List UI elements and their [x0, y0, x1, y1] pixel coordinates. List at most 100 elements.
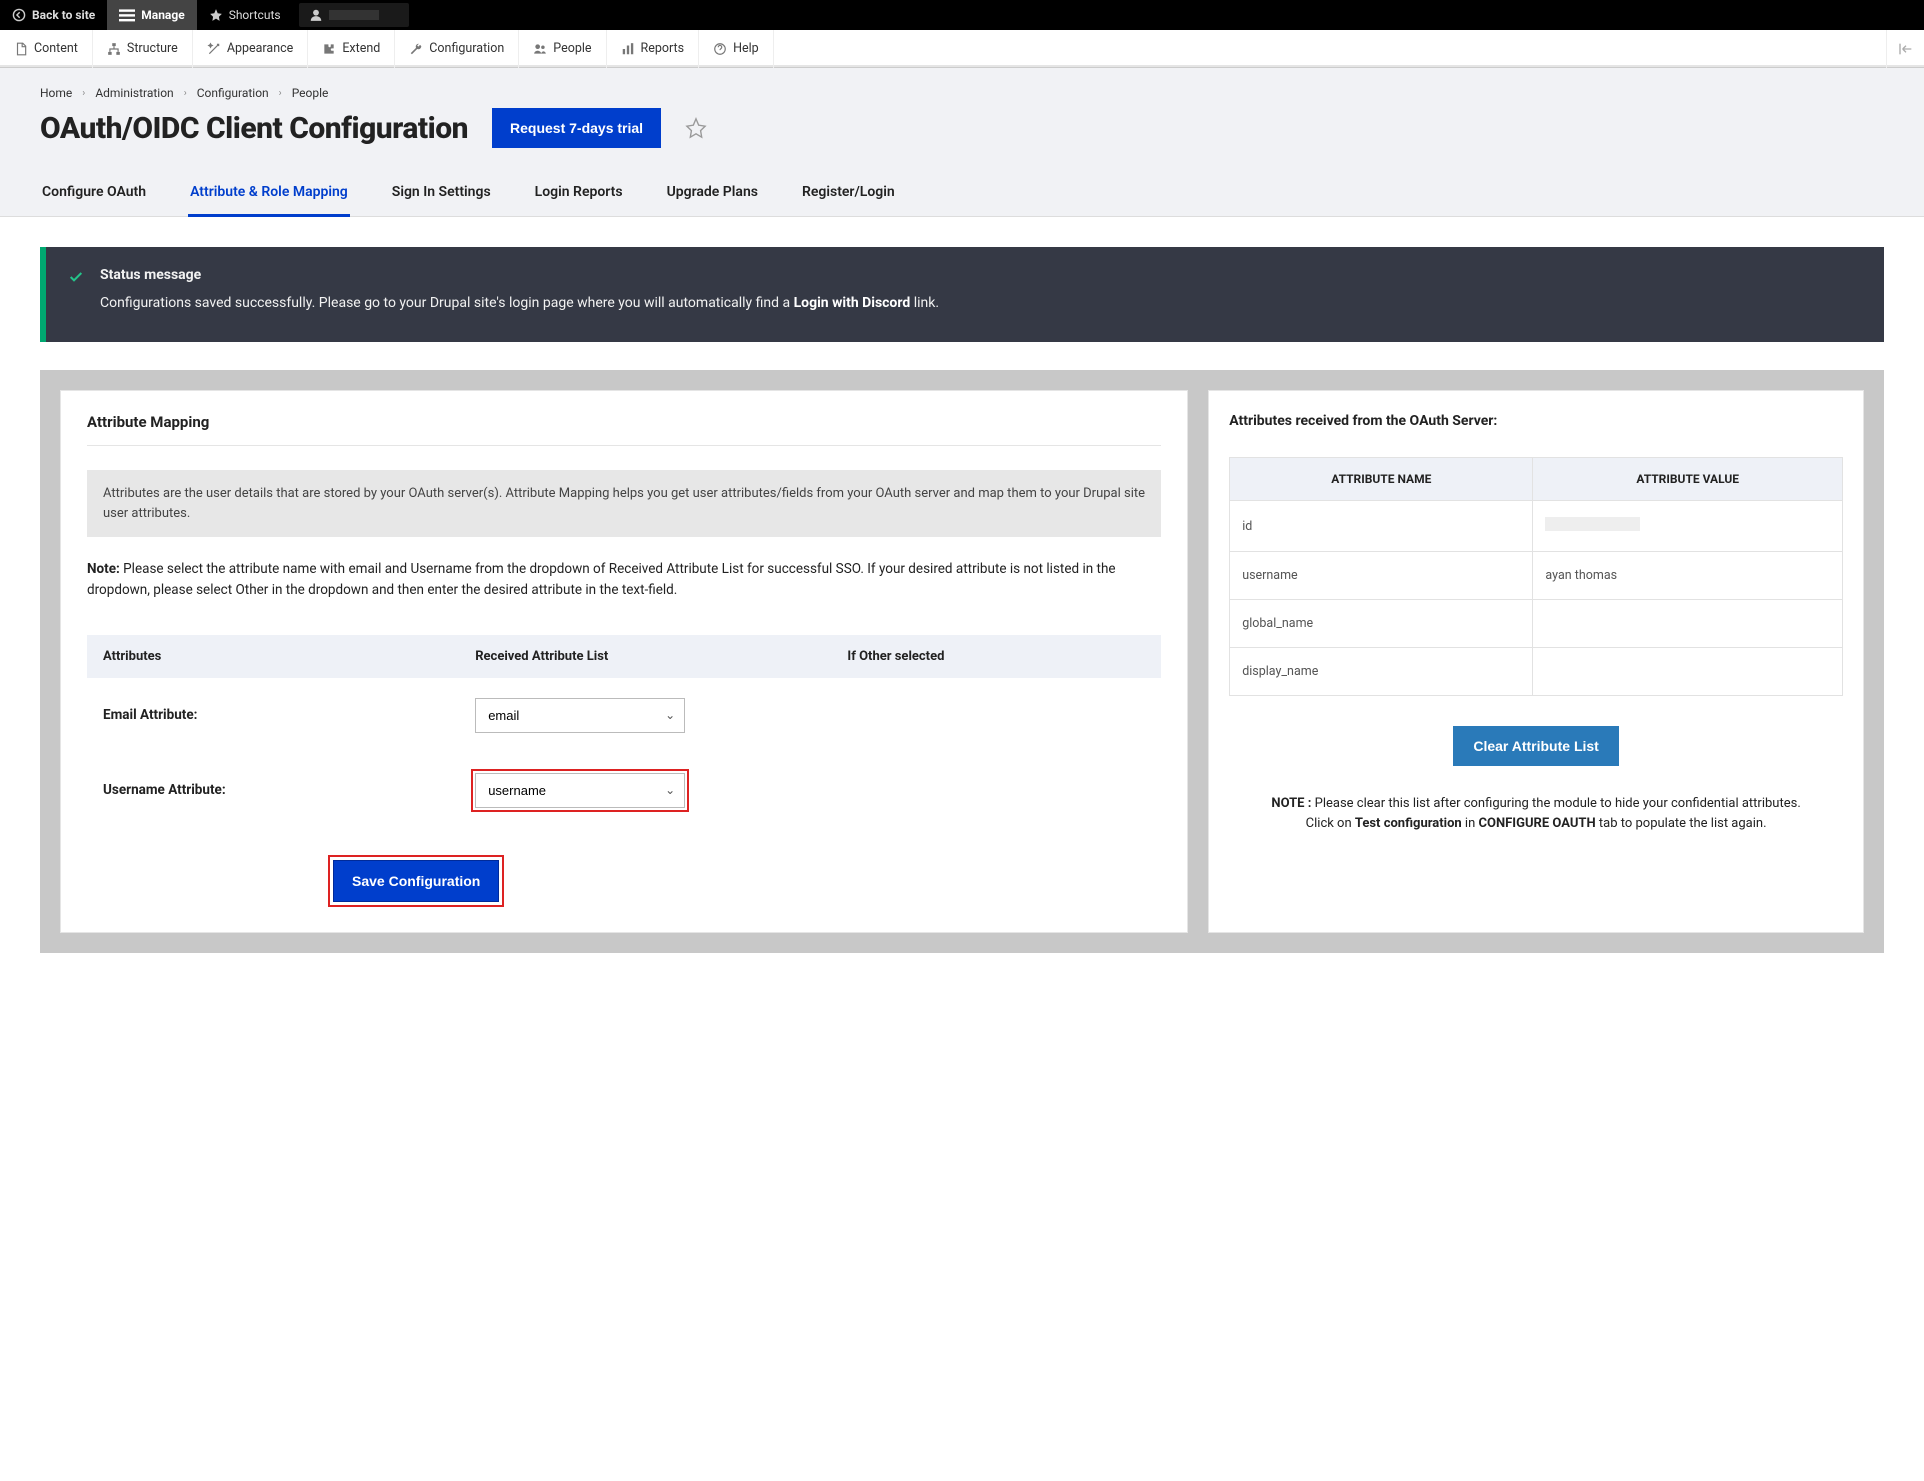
status-title: Status message [100, 267, 1856, 283]
user-name-redacted [329, 10, 379, 20]
note-text-2c: in [1462, 816, 1479, 831]
chevron-right-icon: › [82, 88, 85, 99]
breadcrumb: Home › Administration › Configuration › People [40, 86, 1884, 100]
chevron-right-icon: › [184, 88, 187, 99]
adminmenu-content[interactable]: Content [0, 30, 93, 68]
attr-name-cell: id [1230, 501, 1533, 552]
manage-toggle[interactable]: Manage [107, 0, 196, 30]
tab-attribute-role-mapping[interactable]: Attribute & Role Mapping [188, 174, 350, 217]
attr-name-cell: global_name [1230, 600, 1533, 648]
adminmenu-label: Structure [127, 41, 178, 56]
adminmenu-label: Appearance [227, 41, 294, 56]
note-text-1: Please clear this list after configuring… [1311, 796, 1800, 811]
note-text: Please select the attribute name with em… [87, 561, 1116, 598]
mapping-select-1[interactable]: username [475, 773, 685, 808]
file-icon [14, 42, 28, 56]
table-row: display_name [1230, 648, 1843, 696]
toolbar-orientation-toggle[interactable] [1886, 30, 1924, 68]
page-body: Status message Configurations saved succ… [0, 217, 1924, 983]
received-attributes-title: Attributes received from the OAuth Serve… [1229, 413, 1843, 429]
tab-login-reports[interactable]: Login Reports [533, 174, 625, 216]
adminmenu-reports[interactable]: Reports [607, 30, 700, 68]
adminmenu-help[interactable]: Help [699, 30, 774, 68]
primary-tabs: Configure OAuth Attribute & Role Mapping S… [40, 174, 1884, 216]
col-attr-name: ATTRIBUTE NAME [1230, 458, 1533, 501]
clear-attribute-list-button[interactable]: Clear Attribute List [1453, 726, 1619, 766]
status-text-pre: Configurations saved successfully. Pleas… [100, 295, 794, 311]
attribute-mapping-title: Attribute Mapping [87, 413, 1161, 431]
save-configuration-button[interactable]: Save Configuration [333, 860, 499, 902]
tab-sign-in-settings[interactable]: Sign In Settings [390, 174, 493, 216]
request-trial-button[interactable]: Request 7-days trial [492, 108, 661, 148]
page-title: OAuth/OIDC Client Configuration [40, 111, 468, 146]
adminmenu-label: Reports [641, 41, 685, 56]
note-text-2e: tab to populate the list again. [1596, 816, 1767, 831]
mapping-table-head: Attributes Received Attribute List If Ot… [87, 635, 1161, 678]
star-icon [209, 8, 223, 22]
breadcrumb-item[interactable]: People [292, 86, 329, 100]
received-attributes-scroll[interactable]: ATTRIBUTE NAME ATTRIBUTE VALUE idusernam… [1229, 457, 1843, 696]
breadcrumb-item[interactable]: Administration [95, 86, 173, 100]
table-row: usernameayan thomas [1230, 552, 1843, 600]
note-label: NOTE : [1271, 796, 1311, 811]
user-icon [309, 8, 323, 22]
check-icon [68, 269, 84, 285]
attr-value-cell [1533, 501, 1843, 552]
mapping-table: Attributes Received Attribute List If Ot… [87, 635, 1161, 828]
drupal-toolbar: Back to site Manage Shortcuts [0, 0, 1924, 30]
mapping-select-0[interactable]: email [475, 698, 685, 733]
status-text-post: link. [910, 295, 939, 311]
status-text: Configurations saved successfully. Pleas… [100, 293, 1856, 314]
arrow-left-bar-icon [1898, 42, 1914, 56]
tab-upgrade-plans[interactable]: Upgrade Plans [665, 174, 760, 216]
col-attributes: Attributes [103, 649, 475, 664]
shortcuts-label: Shortcuts [229, 8, 281, 22]
col-received: Received Attribute List [475, 649, 847, 664]
user-menu[interactable] [299, 3, 409, 27]
attr-value-cell: ayan thomas [1533, 552, 1843, 600]
table-row: id [1230, 501, 1843, 552]
adminmenu-label: People [553, 41, 591, 56]
back-to-site-link[interactable]: Back to site [0, 0, 107, 30]
adminmenu-label: Configuration [429, 41, 504, 56]
mapping-row: Username Attribute:username⌄ [87, 753, 1161, 828]
puzzle-icon [322, 42, 336, 56]
tab-configure-oauth[interactable]: Configure OAuth [40, 174, 148, 216]
attr-value-cell [1533, 648, 1843, 696]
mapping-row-label: Email Attribute: [103, 707, 475, 723]
table-row: global_name [1230, 600, 1843, 648]
adminmenu-label: Content [34, 41, 78, 56]
attribute-mapping-info: Attributes are the user details that are… [87, 470, 1161, 537]
wand-icon [207, 42, 221, 56]
tab-register-login[interactable]: Register/Login [800, 174, 897, 216]
attribute-mapping-note: Note: Please select the attribute name w… [87, 559, 1161, 601]
people-icon [533, 42, 547, 56]
adminmenu-structure[interactable]: Structure [93, 30, 193, 68]
adminmenu-appearance[interactable]: Appearance [193, 30, 309, 68]
chevron-right-icon: › [279, 88, 282, 99]
tree-icon [107, 42, 121, 56]
adminmenu-label: Help [733, 41, 759, 56]
adminmenu-configuration[interactable]: Configuration [395, 30, 519, 68]
manage-label: Manage [141, 8, 184, 22]
divider [87, 445, 1161, 446]
attr-name-cell: display_name [1230, 648, 1533, 696]
adminmenu-people[interactable]: People [519, 30, 606, 68]
attr-value-cell [1533, 600, 1843, 648]
note-text-2a: Click on [1306, 816, 1355, 831]
breadcrumb-item[interactable]: Configuration [197, 86, 269, 100]
attribute-mapping-panel: Attribute Mapping Attributes are the use… [60, 390, 1188, 933]
back-to-site-label: Back to site [32, 8, 95, 22]
mapping-row-label: Username Attribute: [103, 782, 475, 798]
status-message: Status message Configurations saved succ… [40, 247, 1884, 342]
admin-menu: Content Structure Appearance Extend Configur… [0, 30, 1924, 68]
mapping-select-wrap: email⌄ [475, 698, 685, 733]
adminmenu-extend[interactable]: Extend [308, 30, 395, 68]
breadcrumb-item[interactable]: Home [40, 86, 72, 100]
wrench-icon [409, 42, 423, 56]
note-label: Note: [87, 561, 120, 577]
favorite-star-icon[interactable] [685, 117, 707, 139]
help-icon [713, 42, 727, 56]
shortcuts-link[interactable]: Shortcuts [197, 0, 293, 30]
note-text-2b: Test configuration [1355, 816, 1462, 831]
